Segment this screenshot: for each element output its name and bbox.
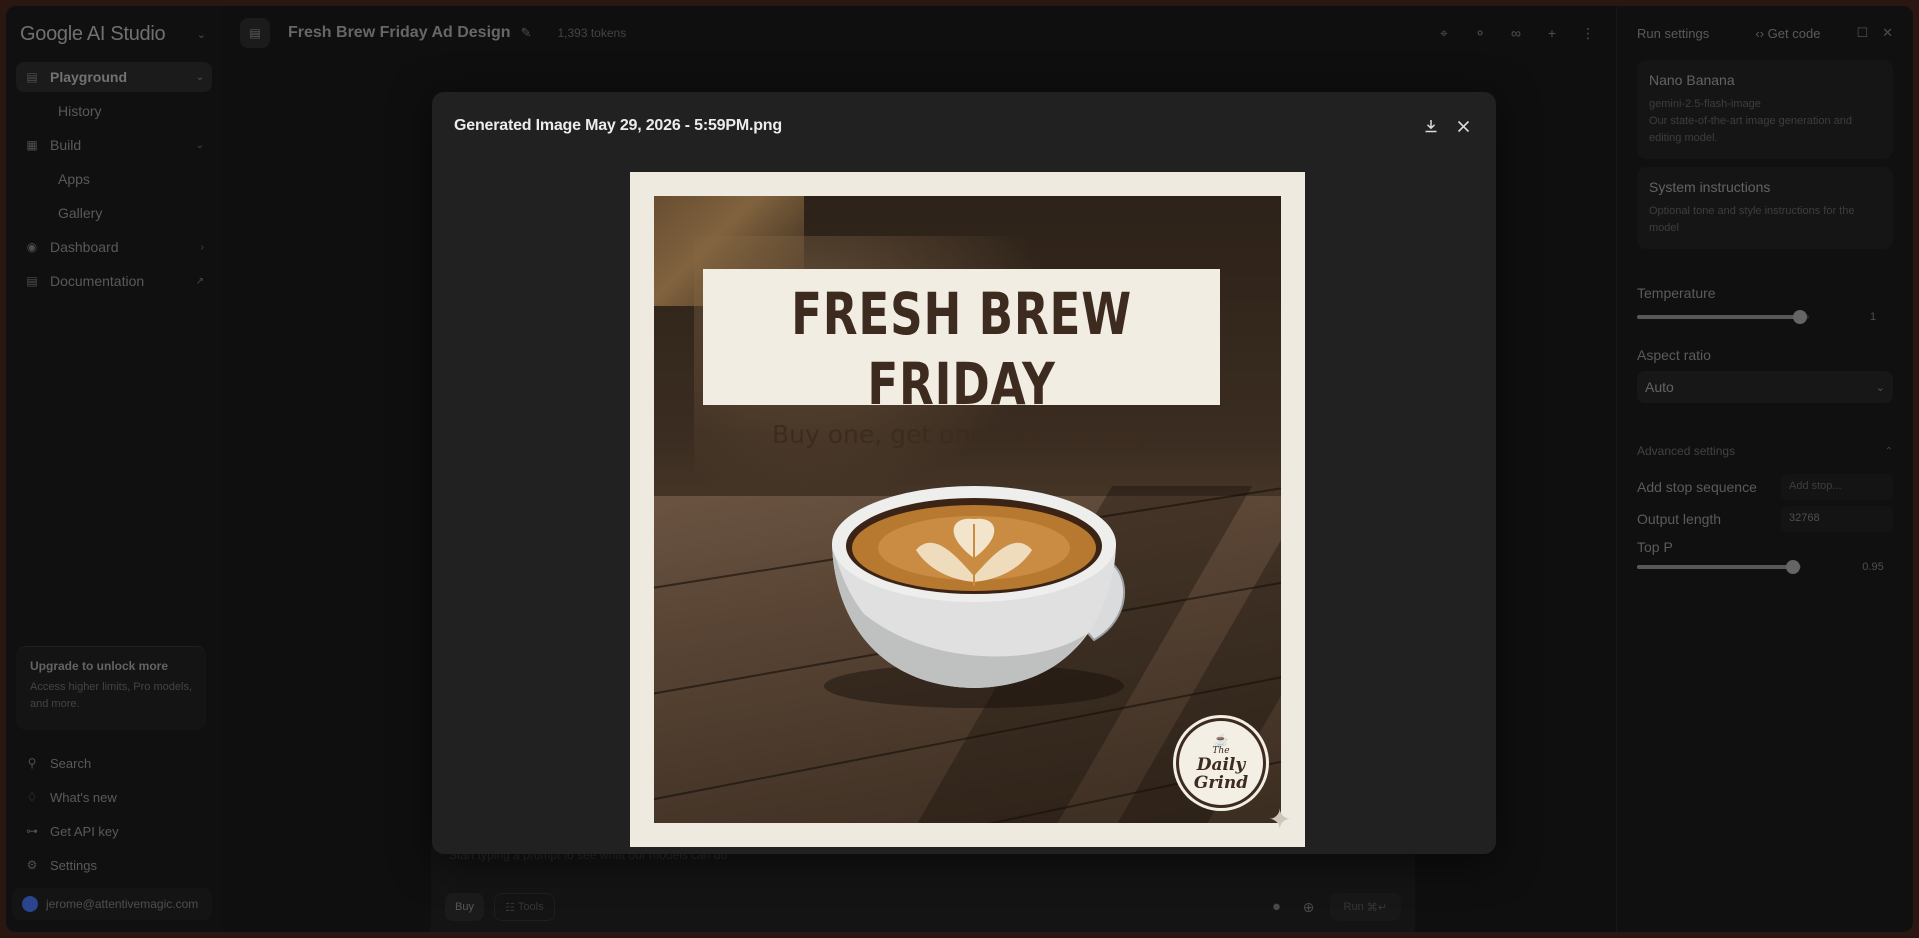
ad-headline: FRESH BREW FRIDAY bbox=[791, 280, 1132, 418]
ad-subline: Buy one, get one free - all day bbox=[772, 420, 1151, 449]
latte-cup-illustration bbox=[824, 486, 1126, 708]
generated-ad-image: FRESH BREW FRIDAY Buy one, get one free … bbox=[630, 172, 1305, 847]
modal-actions bbox=[1420, 115, 1474, 137]
ad-banner: FRESH BREW FRIDAY Buy one, get one free … bbox=[703, 269, 1220, 449]
modal-header: Generated Image May 29, 2026 - 5:59PM.pn… bbox=[454, 112, 1474, 140]
coffee-cup-icon: ☕ bbox=[1213, 733, 1229, 747]
download-icon[interactable] bbox=[1420, 115, 1442, 137]
image-preview-modal: Generated Image May 29, 2026 - 5:59PM.pn… bbox=[432, 92, 1496, 854]
app-window: Google AI Studio ⌄ ▤ Playground ⌄ Histor… bbox=[6, 6, 1913, 932]
close-icon[interactable] bbox=[1452, 115, 1474, 137]
gemini-sparkle-icon: ✦ bbox=[1268, 804, 1292, 835]
logo-line-2: Grind bbox=[1193, 773, 1249, 793]
logo-line-1: Daily bbox=[1196, 755, 1246, 775]
coffee-photo: FRESH BREW FRIDAY Buy one, get one free … bbox=[654, 196, 1281, 823]
daily-grind-logo: ☕ The Daily Grind bbox=[1176, 718, 1266, 808]
modal-title: Generated Image May 29, 2026 - 5:59PM.pn… bbox=[454, 117, 782, 134]
